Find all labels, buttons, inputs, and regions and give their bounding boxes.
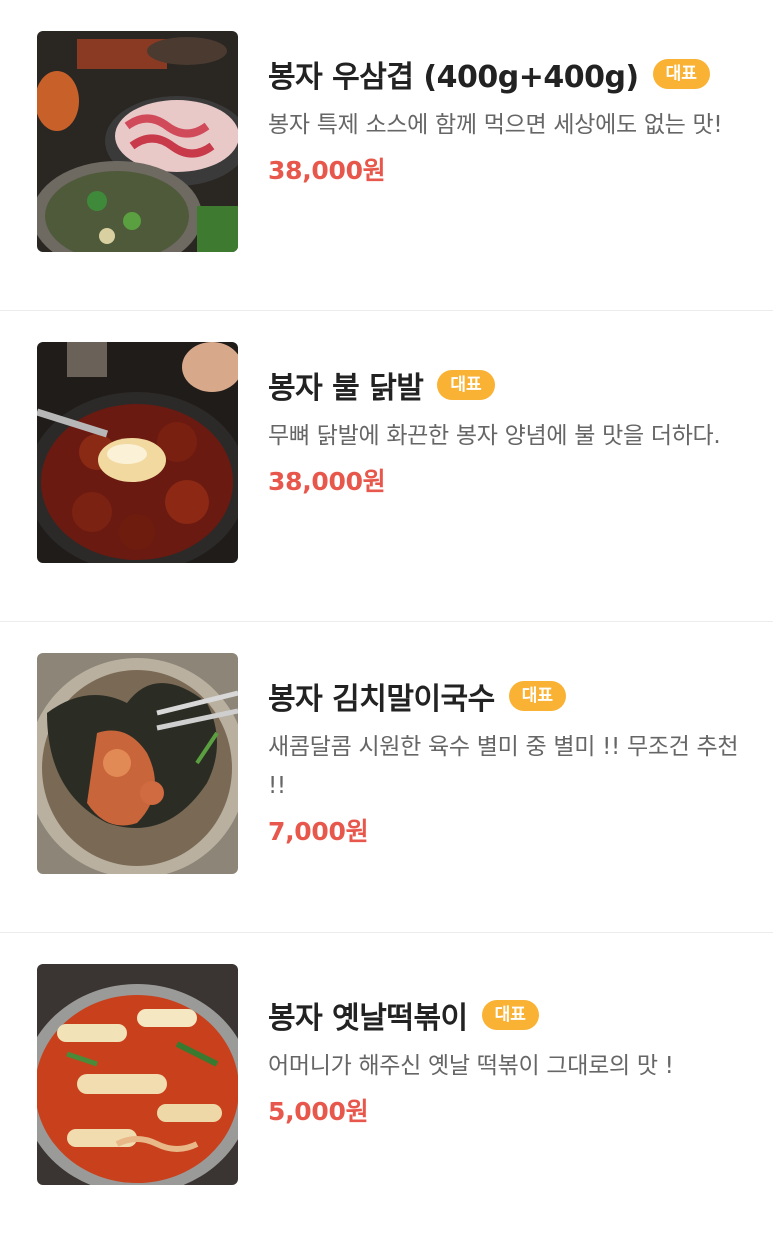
menu-item[interactable]: 봉자 옛날떡볶이 대표 어머니가 해주신 옛날 떡볶이 그대로의 맛 ! 5,0… [0, 933, 773, 1244]
menu-item-info: 봉자 우삼겹 (400g+400g) 대표 봉자 특제 소스에 함께 먹으면 세… [268, 52, 743, 187]
beef-brisket-grill-photo[interactable] [37, 31, 238, 252]
menu-item[interactable]: 봉자 우삼겹 (400g+400g) 대표 봉자 특제 소스에 함께 먹으면 세… [0, 0, 773, 311]
menu-item-description: 봉자 특제 소스에 함께 먹으면 세상에도 없는 맛! [268, 112, 723, 138]
title-row: 봉자 옛날떡볶이 대표 [268, 993, 743, 1037]
menu-item-description: 무뼈 닭발에 화끈한 봉자 양념에 불 맛을 더하다. [268, 423, 721, 449]
signature-badge: 대표 [508, 681, 567, 711]
title-row: 봉자 불 닭발 대표 [268, 363, 743, 407]
menu-item-description: 어머니가 해주신 옛날 떡볶이 그대로의 맛 ! [268, 1053, 674, 1079]
menu-item-price: 5,000원 [268, 1097, 369, 1126]
menu-item-price: 38,000원 [268, 467, 386, 496]
menu-list: 봉자 우삼겹 (400g+400g) 대표 봉자 특제 소스에 함께 먹으면 세… [0, 0, 773, 1244]
menu-item-name: 봉자 옛날떡볶이 [268, 1001, 468, 1036]
menu-item[interactable]: 봉자 김치말이국수 대표 새콤달콤 시원한 육수 별미 중 별미 !! 무조건 … [0, 622, 773, 933]
menu-item-name: 봉자 불 닭발 [268, 371, 424, 406]
menu-item-price: 38,000원 [268, 156, 386, 185]
menu-item-info: 봉자 김치말이국수 대표 새콤달콤 시원한 육수 별미 중 별미 !! 무조건 … [268, 674, 743, 848]
menu-item-name: 봉자 우삼겹 (400g+400g) [268, 60, 639, 95]
title-row: 봉자 김치말이국수 대표 [268, 674, 743, 718]
tteokbokki-photo[interactable] [37, 964, 238, 1185]
menu-item[interactable]: 봉자 불 닭발 대표 무뼈 닭발에 화끈한 봉자 양념에 불 맛을 더하다. 3… [0, 311, 773, 622]
menu-item-info: 봉자 불 닭발 대표 무뼈 닭발에 화끈한 봉자 양념에 불 맛을 더하다. 3… [268, 363, 743, 498]
spicy-chicken-feet-photo[interactable] [37, 342, 238, 563]
title-row: 봉자 우삼겹 (400g+400g) 대표 [268, 52, 743, 96]
menu-item-description: 새콤달콤 시원한 육수 별미 중 별미 !! 무조건 추천 !! [268, 734, 739, 799]
menu-item-info: 봉자 옛날떡볶이 대표 어머니가 해주신 옛날 떡볶이 그대로의 맛 ! 5,0… [268, 993, 743, 1128]
menu-item-name: 봉자 김치말이국수 [268, 682, 495, 717]
menu-item-price: 7,000원 [268, 817, 369, 846]
signature-badge: 대표 [652, 59, 710, 89]
signature-badge: 대표 [481, 1000, 539, 1030]
signature-badge: 대표 [437, 370, 495, 400]
kimchi-noodle-photo[interactable] [37, 653, 238, 874]
